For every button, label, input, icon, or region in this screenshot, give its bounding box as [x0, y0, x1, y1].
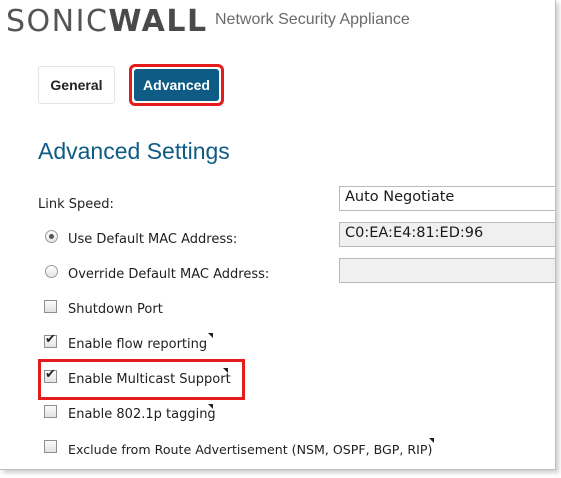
flow-reporting-label: Enable flow reporting — [68, 337, 208, 352]
override-mac-radio[interactable] — [45, 265, 58, 278]
tooltip-marker-icon[interactable] — [429, 438, 434, 443]
checkmark-icon: ✔ — [45, 332, 56, 347]
tab-advanced[interactable]: Advanced — [129, 64, 224, 106]
tab-advanced-label: Advanced — [134, 69, 219, 101]
tab-general-label: General — [50, 77, 103, 93]
tab-general[interactable]: General — [38, 66, 115, 104]
use-default-mac-radio[interactable] — [45, 230, 58, 243]
exclude-route-label: Exclude from Route Advertisement (NSM, O… — [68, 442, 433, 457]
link-speed-select[interactable]: Auto Negotiate — [339, 186, 555, 211]
override-mac-label: Override Default MAC Address: — [68, 267, 270, 282]
logo-text-bold: WALL — [108, 4, 208, 39]
use-default-mac-label: Use Default MAC Address: — [68, 232, 238, 247]
multicast-highlight-box — [38, 359, 245, 400]
tooltip-marker-icon[interactable] — [208, 333, 213, 338]
tagging-label: Enable 802.1p tagging — [68, 407, 216, 422]
tooltip-marker-icon[interactable] — [208, 404, 213, 409]
product-name: Network Security Appliance — [215, 11, 410, 28]
exclude-route-checkbox[interactable] — [44, 440, 57, 453]
sonicwall-logo: SONICWALL — [6, 4, 208, 39]
logo-text-light: SONIC — [6, 4, 109, 39]
shutdown-port-checkbox[interactable] — [44, 300, 57, 313]
override-mac-field[interactable] — [339, 258, 555, 283]
link-speed-label: Link Speed: — [38, 197, 114, 212]
flow-reporting-checkbox[interactable]: ✔ — [44, 332, 57, 348]
settings-panel: SONICWALL Network Security Appliance Gen… — [0, 0, 556, 470]
default-mac-field: C0:EA:E4:81:ED:96 — [339, 222, 555, 247]
shutdown-port-label: Shutdown Port — [68, 302, 163, 317]
section-title: Advanced Settings — [38, 138, 230, 164]
tagging-checkbox[interactable] — [44, 405, 57, 418]
